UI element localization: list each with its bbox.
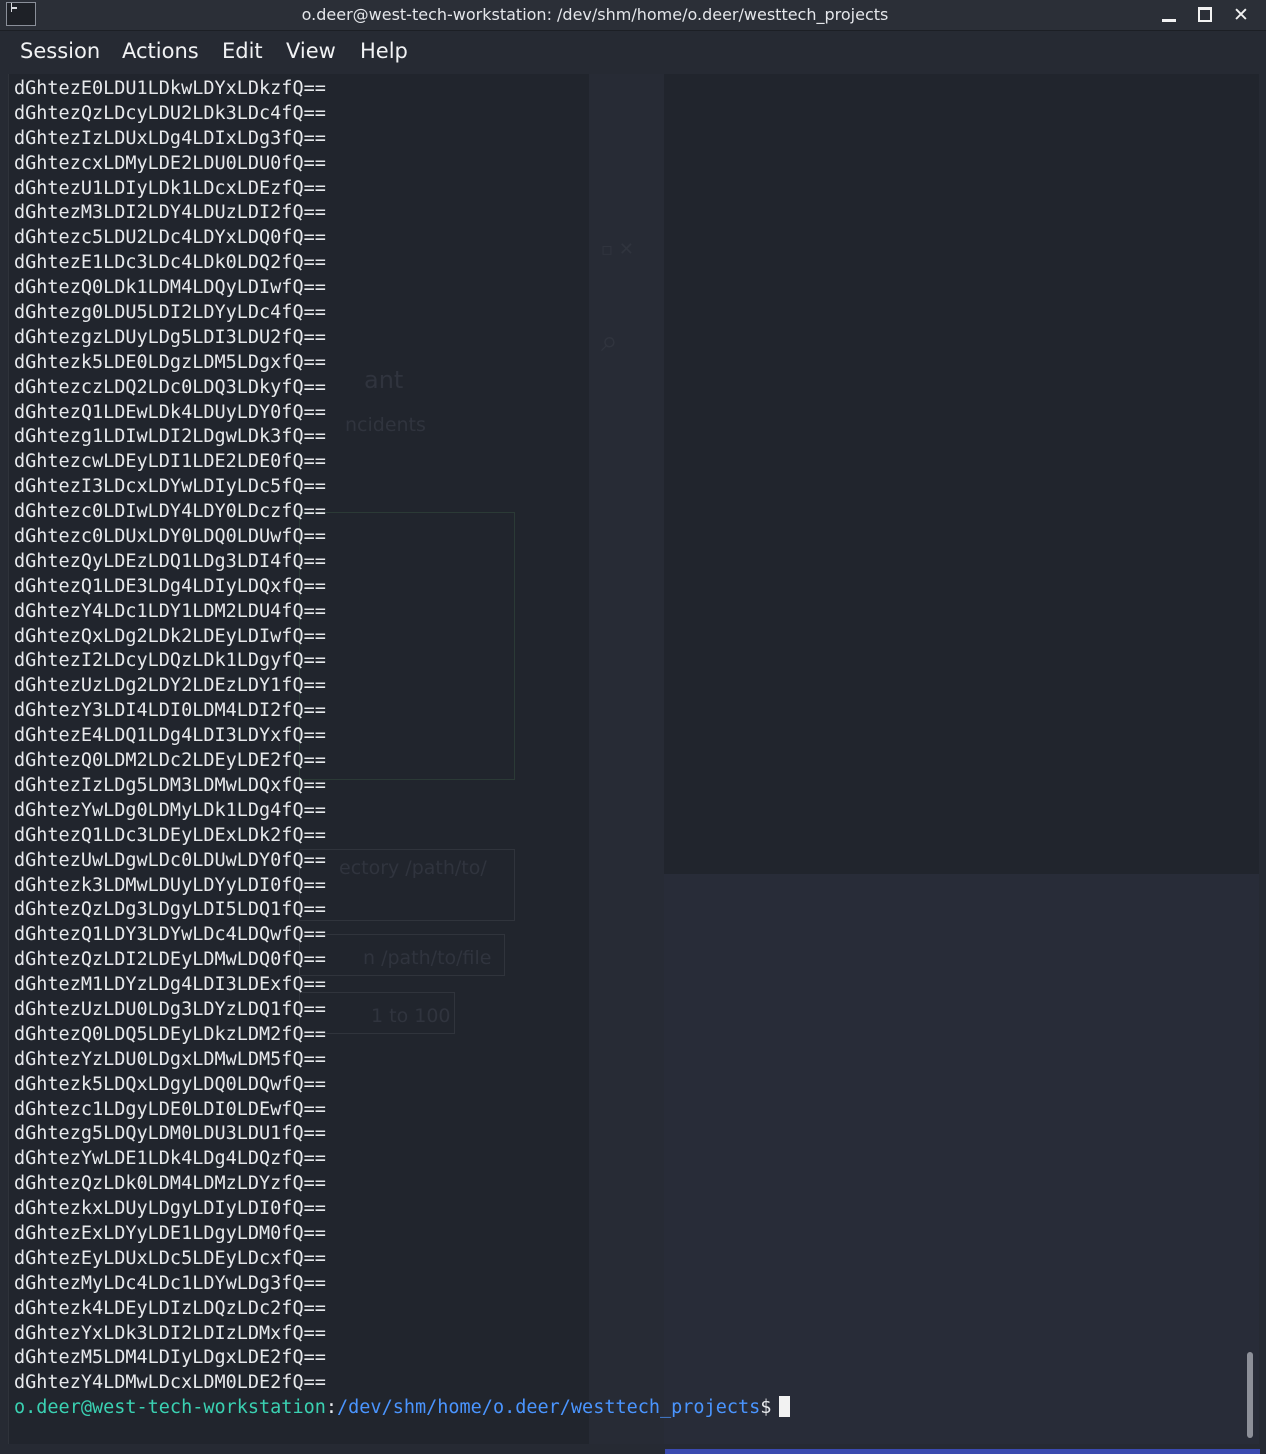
terminal-line: dGhtezQ0LDk1LDM4LDQyLDIwfQ==: [14, 277, 326, 299]
terminal-line: dGhtezczLDQ2LDc0LDQ3LDkyfQ==: [14, 376, 326, 398]
terminal-line: dGhtezEyLDUxLDc5LDEyLDcxfQ==: [14, 1247, 326, 1269]
menu-help[interactable]: Help: [360, 31, 408, 71]
terminal-line: dGhtezc1LDgyLDE0LDI0LDEwfQ==: [14, 1098, 326, 1120]
prompt-user-host: o.deer@west-tech-workstation: [14, 1397, 326, 1419]
prompt-dollar: $: [760, 1397, 772, 1419]
prompt-colon: :: [325, 1397, 338, 1419]
terminal-line: dGhtezY4LDc1LDY1LDM2LDU4fQ==: [14, 600, 326, 622]
shell-prompt[interactable]: o.deer@west-tech-workstation:/dev/shm/ho…: [14, 1396, 791, 1421]
close-icon[interactable]: ✕: [1227, 2, 1255, 28]
terminal-line: dGhtezQxLDg2LDk2LDEyLDIwfQ==: [14, 625, 326, 647]
terminal-line: dGhtezQzLDg3LDgyLDI5LDQ1fQ==: [14, 899, 326, 921]
terminal-line: dGhtezUwLDgwLDc0LDUwLDY0fQ==: [14, 849, 326, 871]
terminal-line: dGhtezIzLDUxLDg4LDIxLDg3fQ==: [14, 127, 326, 149]
title-bar[interactable]: o.deer@west-tech-workstation: /dev/shm/h…: [0, 0, 1266, 31]
terminal-line: dGhtezYwLDE1LDk4LDg4LDQzfQ==: [14, 1148, 326, 1170]
terminal-line: dGhtezQ1LDc3LDEyLDExLDk2fQ==: [14, 824, 326, 846]
terminal-line: dGhtezY3LDI4LDI0LDM4LDI2fQ==: [14, 700, 326, 722]
terminal-line: dGhtezk5LDE0LDgzLDM5LDgxfQ==: [14, 351, 326, 373]
terminal-line: dGhtezQ1LDE3LDg4LDIyLDQxfQ==: [14, 575, 326, 597]
menu-edit[interactable]: Edit: [222, 31, 263, 71]
terminal-scrollbar[interactable]: [1247, 1352, 1253, 1438]
terminal-line: dGhtezM3LDI2LDY4LDUzLDI2fQ==: [14, 202, 326, 224]
window-title: o.deer@west-tech-workstation: /dev/shm/h…: [301, 5, 889, 24]
terminal-line: dGhtezk3LDMwLDUyLDYyLDI0fQ==: [14, 874, 326, 896]
text-cursor: [779, 1396, 791, 1418]
terminal-line: dGhtezM5LDM4LDIyLDgxLDE2fQ==: [14, 1347, 326, 1369]
minimize-icon[interactable]: [1155, 2, 1183, 28]
terminal-lines: dGhtezE0LDU1LDkwLDYxLDkzfQ== dGhtezQzLDcy…: [14, 77, 791, 1421]
terminal-line: dGhtezc5LDU2LDc4LDYxLDQ0fQ==: [14, 227, 326, 249]
maximize-icon[interactable]: [1191, 2, 1219, 28]
menu-actions[interactable]: Actions: [122, 31, 199, 71]
terminal-line: dGhtezkxLDUyLDgyLDIyLDI0fQ==: [14, 1198, 326, 1220]
terminal-window: o.deer@west-tech-workstation: /dev/shm/h…: [0, 0, 1266, 1454]
terminal-line: dGhtezY4LDMwLDcxLDM0LDE2fQ==: [14, 1372, 326, 1394]
terminal-line: dGhtezcwLDEyLDI1LDE2LDE0fQ==: [14, 451, 326, 473]
terminal-line: dGhtezcxLDMyLDE2LDU0LDU0fQ==: [14, 152, 326, 174]
terminal-line: dGhtezc0LDUxLDY0LDQ0LDUwfQ==: [14, 526, 326, 548]
terminal-line: dGhtezQ1LDY3LDYwLDc4LDQwfQ==: [14, 924, 326, 946]
terminal-line: dGhtezI2LDcyLDQzLDk1LDgyfQ==: [14, 650, 326, 672]
menu-bar: Session Actions Edit View Help: [0, 31, 1266, 71]
taskbar-strip: [665, 1449, 1260, 1454]
terminal-output[interactable]: ⌕ ▫ ✕ ant ncidents ectory /path/to/ n /p…: [8, 74, 1259, 1444]
terminal-line: dGhtezE0LDU1LDkwLDYxLDkzfQ==: [14, 78, 326, 99]
terminal-line: dGhtezQzLDcyLDU2LDk3LDc4fQ==: [14, 102, 326, 124]
terminal-line: dGhtezE1LDc3LDc4LDk0LDQ2fQ==: [14, 252, 326, 274]
menu-view[interactable]: View: [286, 31, 336, 71]
terminal-line: dGhtezYwLDg0LDMyLDk1LDg4fQ==: [14, 799, 326, 821]
terminal-line: dGhtezQ0LDQ5LDEyLDkzLDM2fQ==: [14, 1023, 326, 1045]
terminal-line: dGhtezk5LDQxLDgyLDQ0LDQwfQ==: [14, 1073, 326, 1095]
terminal-line: dGhtezI3LDcxLDYwLDIyLDc5fQ==: [14, 476, 326, 498]
terminal-line: dGhtezQyLDEzLDQ1LDg3LDI4fQ==: [14, 550, 326, 572]
terminal-line: dGhtezk4LDEyLDIzLDQzLDc2fQ==: [14, 1297, 326, 1319]
terminal-line: dGhtezc0LDIwLDY4LDY0LDczfQ==: [14, 501, 326, 523]
terminal-line: dGhtezU1LDIyLDk1LDcxLDEzfQ==: [14, 177, 326, 199]
terminal-line: dGhtezE4LDQ1LDg4LDI3LDYxfQ==: [14, 725, 326, 747]
terminal-line: dGhtezg1LDIwLDI2LDgwLDk3fQ==: [14, 426, 326, 448]
terminal-line: dGhtezQ1LDEwLDk4LDUyLDY0fQ==: [14, 401, 326, 423]
terminal-line: dGhtezIzLDg5LDM3LDMwLDQxfQ==: [14, 774, 326, 796]
menu-session[interactable]: Session: [20, 31, 100, 71]
terminal-line: dGhtezMyLDc4LDc1LDYwLDg3fQ==: [14, 1272, 326, 1294]
terminal-line: dGhtezg5LDQyLDM0LDU3LDU1fQ==: [14, 1123, 326, 1145]
terminal-line: dGhtezgzLDUyLDg5LDI3LDU2fQ==: [14, 326, 326, 348]
terminal-line: dGhtezYzLDU0LDgxLDMwLDM5fQ==: [14, 1048, 326, 1070]
terminal-line: dGhtezQ0LDM2LDc2LDEyLDE2fQ==: [14, 750, 326, 772]
terminal-line: dGhtezYxLDk3LDI2LDIzLDMxfQ==: [14, 1322, 326, 1344]
terminal-line: dGhtezg0LDU5LDI2LDYyLDc4fQ==: [14, 302, 326, 324]
terminal-line: dGhtezExLDYyLDE1LDgyLDM0fQ==: [14, 1222, 326, 1244]
terminal-line: dGhtezQzLDk0LDM4LDMzLDYzfQ==: [14, 1173, 326, 1195]
terminal-line: dGhtezQzLDI2LDEyLDMwLDQ0fQ==: [14, 949, 326, 971]
terminal-line: dGhtezUzLDg2LDY2LDEzLDY1fQ==: [14, 675, 326, 697]
terminal-line: dGhtezM1LDYzLDg4LDI3LDExfQ==: [14, 974, 326, 996]
terminal-line: dGhtezUzLDU0LDg3LDYzLDQ1fQ==: [14, 998, 326, 1020]
terminal-icon[interactable]: [6, 2, 36, 26]
prompt-path: /dev/shm/home/o.deer/westtech_projects: [337, 1397, 761, 1419]
